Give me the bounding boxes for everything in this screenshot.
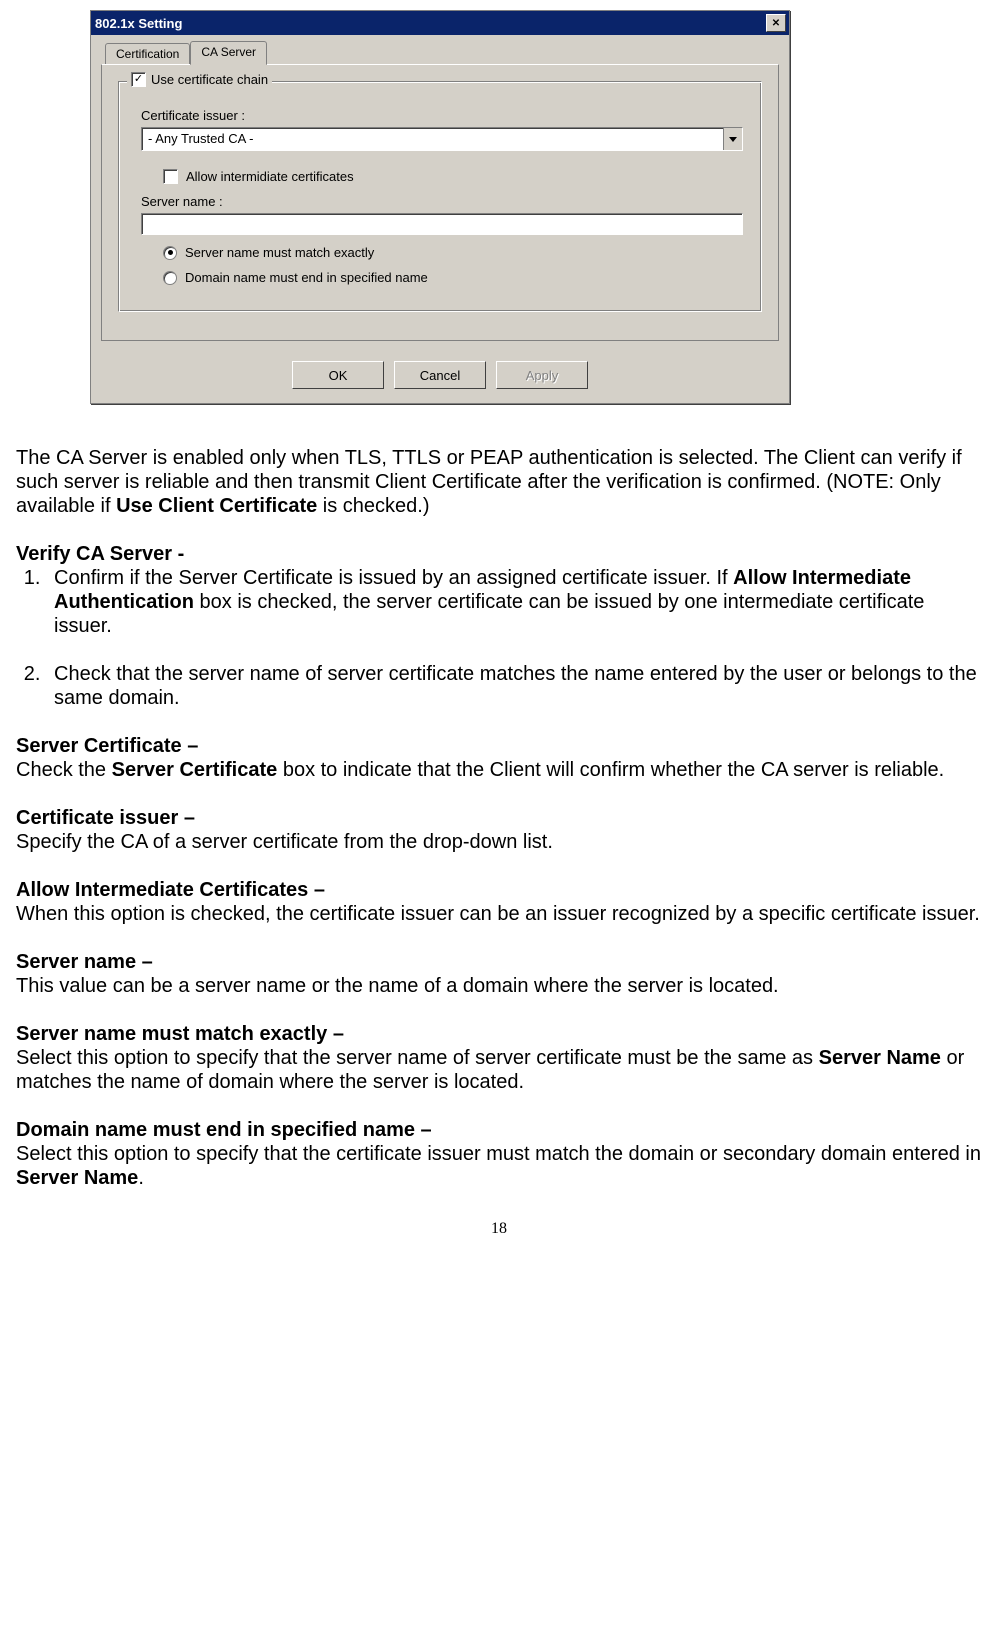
use-certificate-chain-group: ✓ Use certificate chain Certificate issu… bbox=[118, 81, 762, 312]
certificate-issuer-label: Certificate issuer : bbox=[141, 108, 743, 123]
settings-dialog: 802.1x Setting ✕ Certification CA Server bbox=[90, 10, 790, 404]
documentation-text: The CA Server is enabled only when TLS, … bbox=[16, 446, 982, 1190]
dialog-buttons: OK Cancel Apply bbox=[91, 351, 789, 403]
certificate-issuer-combo[interactable]: - Any Trusted CA - bbox=[141, 127, 743, 151]
page-number: 18 bbox=[10, 1220, 988, 1238]
verify-ca-heading: Verify CA Server - bbox=[16, 542, 982, 566]
list-item: Confirm if the Server Certificate is iss… bbox=[46, 566, 982, 638]
server-name-heading: Server name – bbox=[16, 950, 982, 974]
intro-paragraph: The CA Server is enabled only when TLS, … bbox=[16, 446, 982, 518]
use-certificate-chain-checkbox[interactable]: ✓ bbox=[131, 72, 146, 87]
tab-label: CA Server bbox=[201, 45, 256, 59]
server-certificate-heading: Server Certificate – bbox=[16, 734, 982, 758]
use-certificate-chain-label: Use certificate chain bbox=[151, 72, 268, 87]
allow-intermediate-body: When this option is checked, the certifi… bbox=[16, 902, 982, 926]
ca-server-panel: ✓ Use certificate chain Certificate issu… bbox=[101, 64, 779, 341]
apply-button: Apply bbox=[496, 361, 588, 389]
domain-end-body: Select this option to specify that the c… bbox=[16, 1142, 982, 1190]
window-title: 802.1x Setting bbox=[95, 16, 182, 31]
allow-intermediate-heading: Allow Intermediate Certificates – bbox=[16, 878, 982, 902]
certificate-issuer-body: Specify the CA of a server certificate f… bbox=[16, 830, 982, 854]
cancel-button[interactable]: Cancel bbox=[394, 361, 486, 389]
server-name-label: Server name : bbox=[141, 194, 743, 209]
certificate-issuer-heading: Certificate issuer – bbox=[16, 806, 982, 830]
allow-intermediate-label: Allow intermidiate certificates bbox=[186, 169, 354, 184]
server-certificate-body: Check the Server Certificate box to indi… bbox=[16, 758, 982, 782]
tab-strip: Certification CA Server bbox=[91, 35, 789, 65]
list-item: Check that the server name of server cer… bbox=[46, 662, 982, 710]
radio-domain-end-label: Domain name must end in specified name bbox=[185, 270, 428, 285]
certificate-issuer-value: - Any Trusted CA - bbox=[142, 128, 723, 150]
verify-ca-list: Confirm if the Server Certificate is iss… bbox=[16, 566, 982, 710]
radio-match-exactly-label: Server name must match exactly bbox=[185, 245, 374, 260]
server-name-body: This value can be a server name or the n… bbox=[16, 974, 982, 998]
chevron-down-icon bbox=[729, 137, 737, 142]
radio-dot-icon bbox=[168, 250, 173, 255]
close-icon: ✕ bbox=[772, 18, 780, 29]
server-name-input[interactable] bbox=[141, 213, 743, 235]
tab-ca-server[interactable]: CA Server bbox=[190, 41, 267, 65]
titlebar: 802.1x Setting ✕ bbox=[91, 11, 789, 35]
ok-button[interactable]: OK bbox=[292, 361, 384, 389]
domain-end-heading: Domain name must end in specified name – bbox=[16, 1118, 982, 1142]
allow-intermediate-checkbox[interactable] bbox=[163, 169, 178, 184]
match-exactly-body: Select this option to specify that the s… bbox=[16, 1046, 982, 1094]
combo-dropdown-button[interactable] bbox=[723, 128, 742, 150]
match-exactly-heading: Server name must match exactly – bbox=[16, 1022, 982, 1046]
check-icon: ✓ bbox=[134, 74, 143, 85]
close-button[interactable]: ✕ bbox=[766, 14, 786, 32]
radio-domain-end[interactable] bbox=[163, 271, 177, 285]
radio-match-exactly[interactable] bbox=[163, 246, 177, 260]
tab-label: Certification bbox=[116, 47, 179, 61]
